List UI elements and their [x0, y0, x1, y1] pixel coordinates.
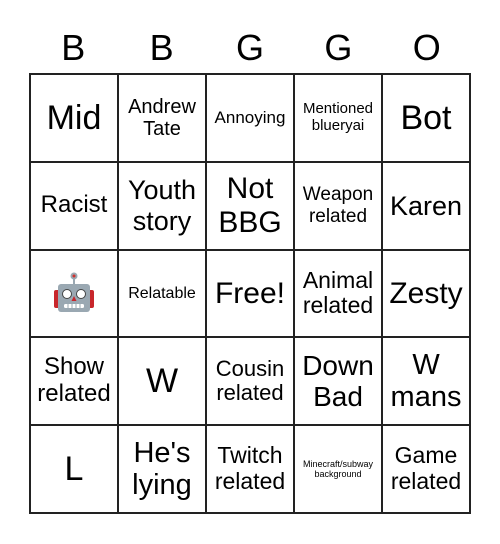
bingo-header: B B G G O: [29, 24, 471, 72]
header-letter: B: [149, 27, 174, 68]
bingo-cell[interactable]: W: [118, 337, 206, 426]
bingo-cell[interactable]: Racist: [30, 161, 118, 250]
bingo-cell[interactable]: Twitch related: [206, 425, 294, 513]
bingo-cell[interactable]: Andrew Tate: [118, 74, 206, 162]
bingo-cell[interactable]: Mentioned blueryai: [294, 74, 382, 162]
bingo-cell-robot[interactable]: [30, 249, 118, 338]
bingo-cell[interactable]: Mid: [30, 74, 118, 162]
bingo-cell[interactable]: Not BBG: [206, 161, 294, 250]
bingo-cell[interactable]: Minecraft/subway background: [294, 425, 382, 513]
bingo-cell[interactable]: Karen: [382, 161, 470, 250]
bingo-cell[interactable]: Game related: [382, 425, 470, 513]
bingo-cell[interactable]: Show related: [30, 337, 118, 426]
bingo-cell[interactable]: Weapon related: [294, 161, 382, 250]
header-letter: G: [324, 27, 353, 68]
bingo-cell[interactable]: L: [30, 425, 118, 513]
bingo-cell[interactable]: Annoying: [206, 74, 294, 162]
bingo-cell[interactable]: He's lying: [118, 425, 206, 513]
bingo-cell[interactable]: Animal related: [294, 249, 382, 338]
bingo-cell[interactable]: Bot: [382, 74, 470, 162]
bingo-cell[interactable]: Relatable: [118, 249, 206, 338]
robot-icon: [54, 272, 94, 313]
bingo-grid: Mid Andrew Tate Annoying Mentioned bluer…: [29, 73, 471, 514]
bingo-cell[interactable]: Down Bad: [294, 337, 382, 426]
bingo-cell[interactable]: Zesty: [382, 249, 470, 338]
bingo-cell[interactable]: Youth story: [118, 161, 206, 250]
bingo-cell[interactable]: W mans: [382, 337, 470, 426]
bingo-cell[interactable]: Cousin related: [206, 337, 294, 426]
header-letter: G: [235, 27, 264, 68]
header-letter: O: [412, 27, 441, 68]
header-letter: B: [61, 27, 86, 68]
bingo-cell[interactable]: Free!: [206, 249, 294, 338]
